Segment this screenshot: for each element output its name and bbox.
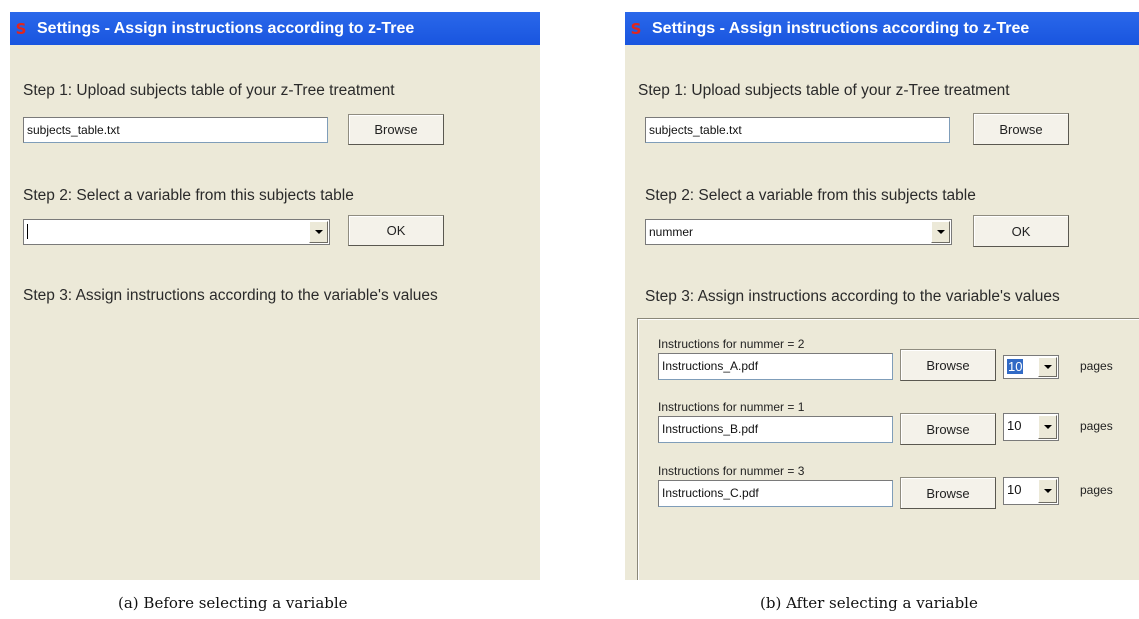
- title-bar: S Settings - Assign instructions accordi…: [625, 12, 1139, 45]
- pages-select-value: 10: [1007, 359, 1024, 374]
- app-icon: S: [15, 19, 27, 38]
- pages-select[interactable]: 10: [1003, 413, 1059, 441]
- step3-label: Step 3: Assign instructions according to…: [645, 288, 1060, 305]
- pages-label: pages: [1080, 359, 1113, 373]
- ok-button[interactable]: OK: [348, 215, 444, 246]
- caption-b: (b) After selecting a variable: [760, 594, 978, 612]
- pages-select-value: 10: [1007, 418, 1022, 433]
- instruction-file-field[interactable]: Instructions_B.pdf: [658, 416, 893, 443]
- pages-select[interactable]: 10: [1003, 355, 1059, 379]
- variable-select-value: nummer: [649, 225, 694, 239]
- instruction-label: Instructions for nummer = 1: [658, 400, 805, 414]
- window-title: Settings - Assign instructions according…: [652, 19, 1030, 37]
- step2-label: Step 2: Select a variable from this subj…: [645, 187, 976, 204]
- instruction-file-field[interactable]: Instructions_C.pdf: [658, 480, 893, 507]
- instruction-file-field[interactable]: Instructions_A.pdf: [658, 353, 893, 380]
- browse-button[interactable]: Browse: [973, 113, 1069, 145]
- pages-select[interactable]: 10: [1003, 477, 1059, 505]
- pages-label: pages: [1080, 419, 1113, 433]
- chevron-down-icon[interactable]: [931, 221, 950, 243]
- chevron-down-icon[interactable]: [1038, 479, 1057, 503]
- settings-window-before: S Settings - Assign instructions accordi…: [10, 12, 540, 580]
- instruction-browse-button[interactable]: Browse: [900, 413, 996, 445]
- variable-select[interactable]: [23, 219, 330, 245]
- pages-select-value: 10: [1007, 482, 1022, 497]
- browse-button[interactable]: Browse: [348, 114, 444, 145]
- pages-label: pages: [1080, 483, 1113, 497]
- ok-button[interactable]: OK: [973, 215, 1069, 247]
- subjects-file-field[interactable]: subjects_table.txt: [645, 117, 950, 143]
- step1-label: Step 1: Upload subjects table of your z-…: [23, 82, 395, 99]
- window-title: Settings - Assign instructions according…: [37, 19, 415, 37]
- variable-select[interactable]: nummer: [645, 219, 952, 245]
- text-caret: [27, 224, 28, 239]
- caption-a: (a) Before selecting a variable: [118, 594, 348, 612]
- chevron-down-icon[interactable]: [1038, 357, 1057, 377]
- step3-label: Step 3: Assign instructions according to…: [23, 287, 438, 304]
- chevron-down-icon[interactable]: [1038, 415, 1057, 439]
- settings-window-after: S Settings - Assign instructions accordi…: [625, 12, 1139, 580]
- instruction-browse-button[interactable]: Browse: [900, 477, 996, 509]
- chevron-down-icon[interactable]: [309, 221, 328, 243]
- instruction-label: Instructions for nummer = 2: [658, 337, 805, 351]
- instruction-browse-button[interactable]: Browse: [900, 349, 996, 381]
- subjects-file-field[interactable]: subjects_table.txt: [23, 117, 328, 143]
- instruction-label: Instructions for nummer = 3: [658, 464, 805, 478]
- instructions-group: Instructions for nummer = 2 Instructions…: [637, 318, 1139, 580]
- step1-label: Step 1: Upload subjects table of your z-…: [638, 82, 1010, 99]
- title-bar: S Settings - Assign instructions accordi…: [10, 12, 540, 45]
- app-icon: S: [630, 19, 642, 38]
- step2-label: Step 2: Select a variable from this subj…: [23, 187, 354, 204]
